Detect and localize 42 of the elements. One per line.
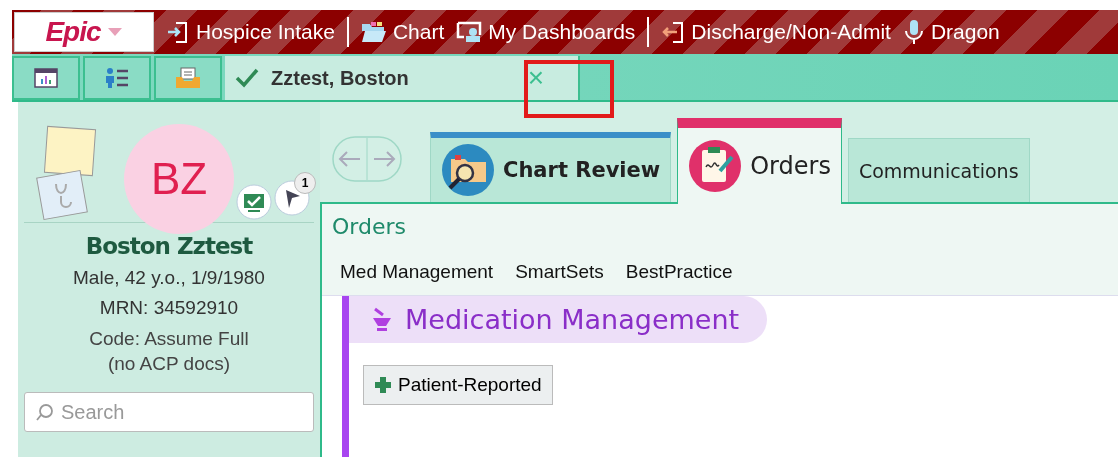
patient-detail: MRN: 34592910 bbox=[99, 297, 239, 319]
section-link[interactable]: SmartSets bbox=[515, 261, 604, 283]
monitor-check-icon[interactable] bbox=[236, 184, 272, 220]
section-title: Medication Management bbox=[405, 304, 740, 335]
activity-tab[interactable]: Chart Review bbox=[430, 132, 672, 202]
magnifier-folder-icon bbox=[441, 143, 495, 197]
plus-icon bbox=[374, 376, 392, 394]
search-icon bbox=[36, 403, 54, 422]
patient-tab[interactable]: Zztest, Boston × bbox=[225, 56, 580, 100]
patient-avatar: BZ bbox=[124, 124, 234, 234]
add-button[interactable]: Patient-Reported bbox=[363, 365, 553, 405]
toolbar-button[interactable]: Dragon bbox=[902, 19, 1000, 45]
count-badge: 1 bbox=[294, 172, 316, 194]
arrows-icon bbox=[332, 136, 402, 182]
activity-title: Orders bbox=[331, 213, 407, 239]
toolbar-button[interactable]: Chart bbox=[360, 20, 445, 44]
report-icon bbox=[34, 68, 58, 88]
clipboard-icon bbox=[688, 139, 743, 193]
section-link[interactable]: BestPractice bbox=[625, 261, 733, 283]
dashboard-icon bbox=[456, 21, 483, 43]
epic-menu-button[interactable]: Epic bbox=[14, 12, 154, 52]
microphone-icon bbox=[902, 19, 925, 45]
door-arrow-icon bbox=[661, 20, 686, 44]
toolbar-button[interactable]: My Dashboards bbox=[456, 20, 636, 44]
caret-icon bbox=[106, 27, 123, 37]
toolbar-button[interactable]: Hospice Intake bbox=[166, 20, 335, 44]
patient-name: Boston Zztest bbox=[85, 233, 253, 259]
search-field[interactable]: Search bbox=[24, 392, 314, 433]
toolbar-button[interactable]: Discharge/Non-Admit bbox=[661, 20, 891, 44]
patient-detail: Male, 42 y.o., 1/9/1980 bbox=[73, 267, 265, 289]
inbox-icon bbox=[175, 67, 201, 89]
person-list-icon bbox=[104, 67, 130, 89]
code-status: Code: Assume Full (no ACP docs) bbox=[89, 327, 249, 376]
door-arrow-icon bbox=[166, 20, 190, 44]
tab-label: Zztest, Boston bbox=[271, 66, 409, 90]
mortar-pestle-icon bbox=[371, 306, 393, 333]
workspace-tab[interactable] bbox=[12, 56, 80, 100]
activity-tab[interactable]: Communications bbox=[847, 138, 1030, 202]
activity-tab[interactable]: Orders bbox=[677, 118, 842, 204]
section-link[interactable]: Med Management bbox=[340, 261, 494, 283]
workspace-tab[interactable] bbox=[83, 56, 151, 100]
folder-icon bbox=[360, 21, 387, 43]
